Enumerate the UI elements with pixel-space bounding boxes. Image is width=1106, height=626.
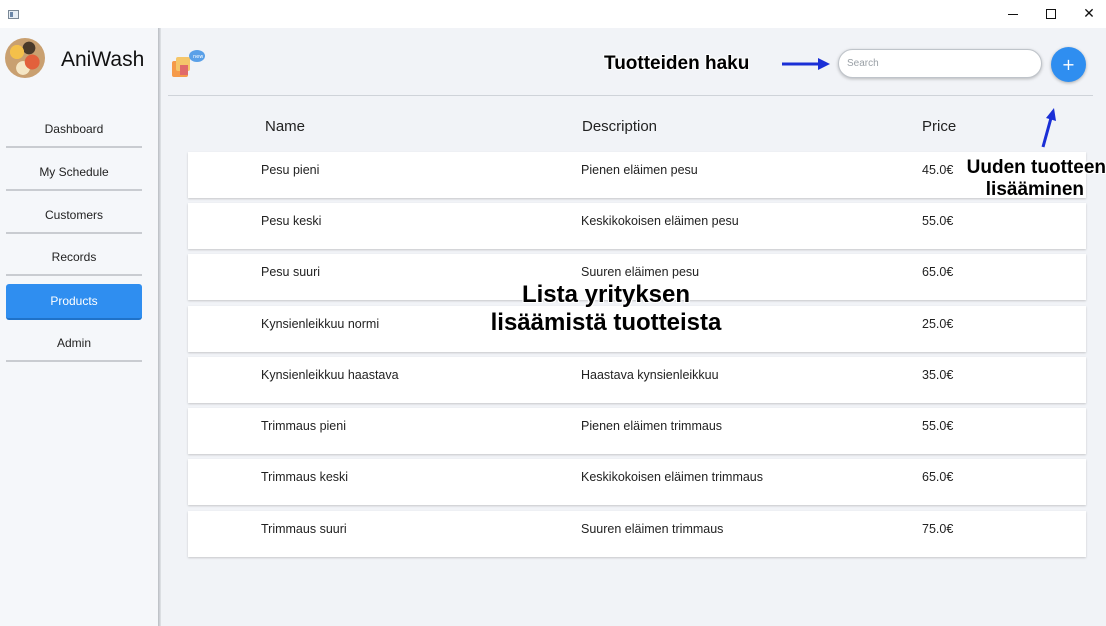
svg-text:new: new: [193, 54, 203, 60]
table-row[interactable]: Trimmaus keski Keskikokoisen eläimen tri…: [188, 459, 1086, 505]
sidebar-item-records[interactable]: Records: [6, 240, 142, 276]
annotation-list-hint: Lista yrityksen lisäämistä tuotteista: [480, 281, 732, 336]
annotation-add-line1: Uuden tuotteen: [966, 157, 1106, 178]
column-header-price: Price: [922, 118, 957, 135]
annotation-add-line2: lisääminen: [985, 178, 1084, 200]
annotation-list-line1: Lista yrityksen: [521, 281, 691, 308]
product-price: 25.0€: [922, 317, 954, 331]
header-divider: [168, 95, 1093, 96]
brand-name: AniWash: [61, 48, 145, 71]
app-window-icon: [8, 10, 19, 19]
sidebar-item-customers[interactable]: Customers: [6, 198, 142, 234]
table-row[interactable]: Pesu keski Keskikokoisen eläimen pesu 55…: [188, 203, 1086, 249]
arrow-right-icon: [782, 58, 830, 70]
product-name: Kynsienleikkuu normi: [261, 317, 380, 331]
search-input[interactable]: [838, 49, 1042, 78]
product-name: Trimmaus keski: [261, 470, 349, 484]
sidebar: AniWash Dashboard My Schedule Customers …: [0, 28, 158, 626]
annotation-search-hint: Tuotteiden haku: [604, 53, 750, 74]
product-price: 65.0€: [922, 470, 954, 484]
column-header-description: Description: [582, 118, 658, 135]
table-row[interactable]: Trimmaus suuri Suuren eläimen trimmaus 7…: [188, 511, 1086, 557]
product-price: 55.0€: [922, 214, 954, 228]
product-description: Pienen eläimen pesu: [581, 163, 698, 177]
product-name: Trimmaus pieni: [261, 419, 346, 433]
product-description: Pienen eläimen trimmaus: [581, 419, 723, 433]
window-titlebar: ✕: [0, 0, 1106, 28]
product-description: Keskikokoisen eläimen trimmaus: [581, 470, 764, 484]
product-name: Kynsienleikkuu haastava: [261, 368, 399, 382]
table-row[interactable]: Trimmaus pieni Pienen eläimen trimmaus 5…: [188, 408, 1086, 454]
annotation-add-hint: Uuden tuotteen lisääminen: [948, 157, 1106, 201]
sidebar-item-products[interactable]: Products: [6, 284, 142, 320]
product-description: Suuren eläimen trimmaus: [581, 522, 724, 536]
minimize-icon[interactable]: [993, 0, 1033, 28]
arrow-up-icon: [1041, 108, 1056, 148]
product-name: Pesu pieni: [261, 163, 320, 177]
products-header-icon: new: [172, 50, 205, 77]
product-description: Suuren eläimen pesu: [581, 265, 700, 279]
product-price: 75.0€: [922, 522, 954, 536]
maximize-icon[interactable]: [1031, 0, 1071, 28]
product-price: 35.0€: [922, 368, 954, 382]
product-name: Trimmaus suuri: [261, 522, 347, 536]
product-description: Keskikokoisen eläimen pesu: [581, 214, 739, 228]
table-row[interactable]: Kynsienleikkuu haastava Haastava kynsien…: [188, 357, 1086, 403]
product-description: Haastava kynsienleikkuu: [581, 368, 719, 382]
avatar: [5, 38, 45, 78]
column-header-name: Name: [265, 118, 306, 135]
product-price: 55.0€: [922, 419, 954, 433]
sidebar-item-dashboard[interactable]: Dashboard: [6, 112, 142, 148]
annotation-list-line2: lisäämistä tuotteista: [490, 308, 722, 336]
product-name: Pesu keski: [261, 214, 322, 228]
product-name: Pesu suuri: [261, 265, 321, 279]
sidebar-item-my-schedule[interactable]: My Schedule: [6, 155, 142, 191]
sidebar-item-admin[interactable]: Admin: [6, 326, 142, 362]
close-icon[interactable]: ✕: [1069, 0, 1106, 28]
product-price: 65.0€: [922, 265, 954, 279]
add-product-button[interactable]: +: [1051, 47, 1086, 82]
